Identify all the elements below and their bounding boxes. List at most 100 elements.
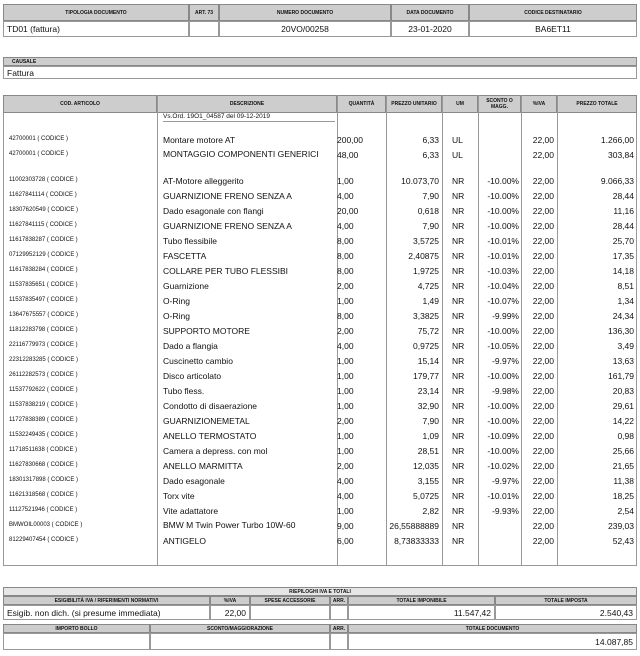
summary-header-arr2: ARR.	[330, 624, 348, 633]
item-disc: -10.00%	[487, 416, 519, 426]
item-code: 11627841114 ( CODICE )	[9, 192, 77, 198]
item-code: 18301317898 ( CODICE )	[9, 477, 79, 483]
item-price: 7,90	[422, 221, 439, 231]
item-price: 3,5725	[413, 236, 439, 246]
table-row: 11537838219 ( CODICE ) Condotto di disaer…	[3, 398, 637, 413]
item-code: 11627830668 ( CODICE )	[9, 462, 78, 468]
item-qty: 8,00	[337, 236, 354, 246]
item-um: NR	[452, 461, 465, 471]
item-iva: 22,00	[532, 251, 554, 261]
summary-title: RIEPILOGHI IVA E TOTALI	[3, 587, 637, 596]
item-desc: ANELLO MARMITTA	[163, 461, 243, 471]
item-total: 13,63	[612, 356, 634, 366]
table-row: 22312283285 ( CODICE ) Cuscinetto cambio 1…	[3, 353, 637, 368]
item-qty: 2,00	[337, 281, 354, 291]
item-um: NR	[452, 266, 465, 276]
item-qty: 8,00	[337, 266, 354, 276]
item-qty: 2,00	[337, 326, 354, 336]
summary-header-spese: SPESE ACCESSORIE	[250, 596, 330, 605]
item-iva: 22,00	[532, 150, 554, 160]
table-row: 11812283798 ( CODICE ) SUPPORTO MOTORE 2,0…	[3, 323, 637, 338]
item-disc: -10.00%	[487, 326, 519, 336]
item-iva: 22,00	[532, 341, 554, 351]
item-desc: Montare motore AT	[163, 135, 236, 145]
table-row: 11627841115 ( CODICE ) GUARNIZIONE FRENO …	[3, 218, 637, 233]
item-iva: 22,00	[532, 206, 554, 216]
item-iva: 22,00	[532, 491, 554, 501]
item-desc: GUARNIZIONE FRENO SENZA A	[163, 221, 292, 231]
table-row: 81229407454 ( CODICE ) ANTIGELO 6,00 8,7383…	[3, 533, 637, 548]
item-qty: 9,00	[337, 521, 354, 531]
col-header-sconto: SCONTO O MAGG.	[478, 95, 521, 113]
item-iva: 22,00	[532, 296, 554, 306]
item-price: 1,9725	[413, 266, 439, 276]
item-code: 11537835497 ( CODICE )	[9, 297, 78, 303]
col-header-quantita: QUANTITÀ	[337, 95, 386, 113]
item-code: 07129952129 ( CODICE )	[9, 252, 79, 258]
item-desc: FASCETTA	[163, 251, 207, 261]
item-code: 11537792622 ( CODICE )	[9, 387, 78, 393]
summary-header-bollo: IMPORTO BOLLO	[3, 624, 150, 633]
table-row: 11537792622 ( CODICE ) Tubo fless. 1,00 23,…	[3, 383, 637, 398]
item-disc: -10.00%	[487, 221, 519, 231]
item-um: UL	[452, 150, 463, 160]
numero-value: 20VO/00258	[219, 21, 391, 37]
item-disc: -10.07%	[487, 296, 519, 306]
item-total: 17,35	[612, 251, 634, 261]
item-code: 11627841115 ( CODICE )	[9, 222, 77, 228]
item-um: NR	[452, 491, 465, 501]
summary-header-arr: ARR.	[330, 596, 348, 605]
header-codice-destinatario: CODICE DESTINATARIO	[469, 4, 637, 21]
summary-bollo-value	[3, 633, 150, 650]
item-iva: 22,00	[532, 356, 554, 366]
item-um: NR	[452, 431, 465, 441]
item-iva: 22,00	[532, 236, 554, 246]
causale-value: Fattura	[3, 66, 637, 79]
summary-imposta-value: 2.540,43	[495, 605, 637, 620]
item-code: 11617838284 ( CODICE )	[9, 267, 78, 273]
item-desc: MONTAGGIO COMPONENTI GENERICI	[163, 149, 319, 159]
causale-label: CAUSALE	[3, 57, 637, 66]
item-iva: 22,00	[532, 371, 554, 381]
item-price: 0,9725	[413, 341, 439, 351]
summary-header-imponibile: TOTALE IMPONIBILE	[348, 596, 495, 605]
item-code: 42700001 ( CODICE )	[9, 136, 69, 142]
item-desc: Cuscinetto cambio	[163, 356, 233, 366]
item-disc: -10.00%	[487, 191, 519, 201]
col-header-prezzo: PREZZO UNITARIO	[386, 95, 442, 113]
item-qty: 1,00	[337, 296, 354, 306]
item-um: NR	[452, 206, 465, 216]
item-code: 11812283798 ( CODICE )	[9, 327, 78, 333]
item-disc: -10.01%	[487, 491, 519, 501]
item-um: NR	[452, 521, 465, 531]
item-iva: 22,00	[532, 311, 554, 321]
summary-arr-value	[330, 605, 348, 620]
art-value	[189, 21, 219, 37]
item-price: 32,90	[417, 401, 439, 411]
table-row: 11718511638 ( CODICE ) Camera a depress. …	[3, 443, 637, 458]
item-desc: O-Ring	[163, 311, 190, 321]
summary-arr2-value	[330, 633, 348, 650]
item-code: 22116779973 ( CODICE )	[9, 342, 78, 348]
col-header-descrizione: DESCRIZIONE	[157, 95, 337, 113]
table-row: 11537835651 ( CODICE ) Guarnizione 2,00 4,7…	[3, 278, 637, 293]
item-desc: AT-Motore alleggerito	[163, 176, 244, 186]
item-qty: 20,00	[337, 206, 359, 216]
item-disc: -10.00%	[487, 206, 519, 216]
item-disc: -10.00%	[487, 371, 519, 381]
item-um: NR	[452, 311, 465, 321]
col-header-um: UM	[442, 95, 478, 113]
item-iva: 22,00	[532, 461, 554, 471]
item-qty: 1,00	[337, 356, 354, 366]
item-um: NR	[452, 251, 465, 261]
item-qty: 4,00	[337, 221, 354, 231]
table-row: 11621318568 ( CODICE ) Torx vite 4,00 5,072…	[3, 488, 637, 503]
item-qty: 48,00	[337, 150, 359, 160]
item-desc: Dado esagonale	[163, 476, 225, 486]
codice-destinatario-value: BA6ET11	[469, 21, 637, 37]
item-total: 2,54	[617, 506, 634, 516]
item-total: 136,30	[608, 326, 634, 336]
item-disc: -10.00%	[487, 446, 519, 456]
item-iva: 22,00	[532, 431, 554, 441]
item-price: 12,035	[413, 461, 439, 471]
